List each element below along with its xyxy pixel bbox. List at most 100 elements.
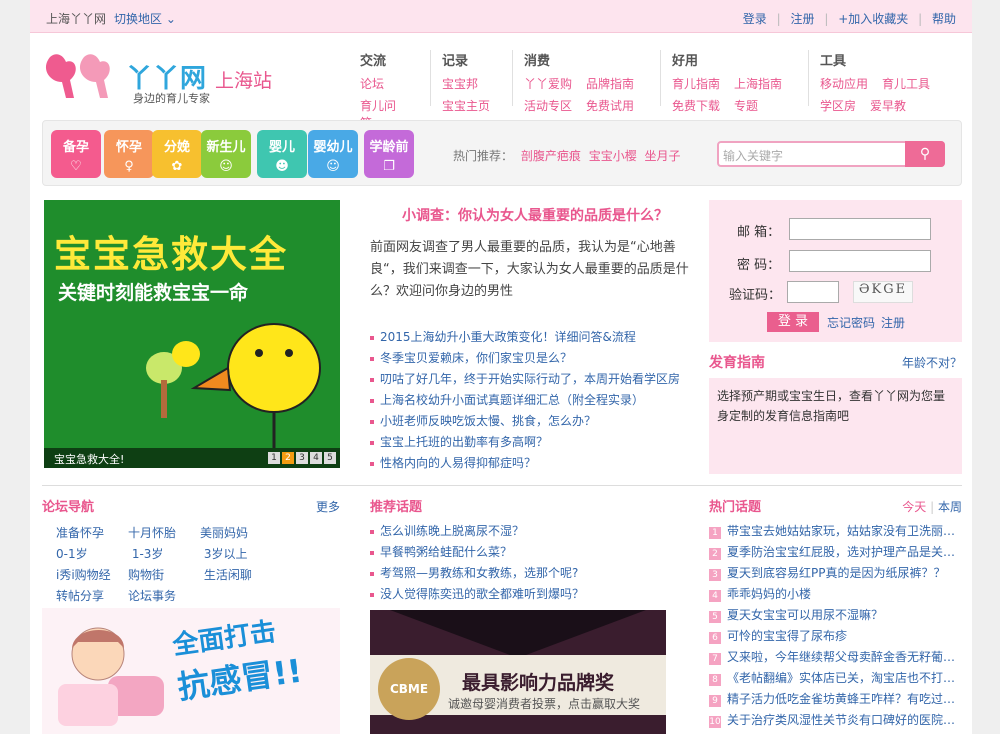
nav-divider — [660, 50, 661, 106]
category-pregnancy[interactable]: 怀孕 ♀ — [104, 130, 154, 178]
list-item[interactable]: 小班老师反映吃饭太慢、挑食，怎么办？ — [370, 412, 700, 433]
nav-link-parenting-tools[interactable]: 育儿工具 — [882, 75, 930, 92]
survey-title[interactable]: 小调查：你认为女人最重要的品质是什么？ — [370, 205, 700, 225]
site-slogan: 身边的育儿专家 — [133, 92, 210, 105]
category-label: 分娩 — [163, 140, 190, 155]
email-label: 邮 箱： — [737, 225, 781, 240]
list-item[interactable]: 4 乖乖妈妈的小楼 — [709, 585, 962, 606]
nav-link-free-trial[interactable]: 免费试用 — [586, 97, 634, 114]
list-item[interactable]: 9 精子活力低吃金雀坊黄蜂王咋样？有吃过… — [709, 690, 962, 711]
list-item[interactable]: 怎么训练晚上脱离尿不湿？ — [370, 522, 700, 543]
nav-link-free-download[interactable]: 免费下载 — [672, 97, 720, 114]
banner-page-4[interactable]: 4 — [310, 452, 322, 464]
tab-today[interactable]: 今天 — [902, 500, 926, 514]
nav-link-events[interactable]: 活动专区 — [524, 97, 572, 114]
chevron-down-icon: ⌄ — [165, 12, 176, 26]
switch-region-link[interactable]: 切换地区 ⌄ — [114, 10, 176, 27]
list-item[interactable]: 没人觉得陈奕迅的歌全都难听到爆吗？ — [370, 585, 700, 606]
hot-link[interactable]: 宝宝小樱 — [589, 149, 637, 163]
forum-link[interactable]: 美丽妈妈 — [200, 524, 272, 545]
category-newborn[interactable]: 新生儿 ☺ — [201, 130, 251, 178]
category-preschool[interactable]: 学龄前 ❐ — [364, 130, 414, 178]
login-link[interactable]: 登录 — [743, 12, 767, 26]
forgot-password-link[interactable]: 忘记密码 — [827, 314, 875, 331]
nav-link-forum[interactable]: 论坛 — [360, 75, 384, 92]
nav-link-baby-home[interactable]: 宝宝主页 — [442, 97, 490, 114]
survey-block: 小调查：你认为女人最重要的品质是什么？ 前面网友调查了男人最重要的品质，我认为是… — [370, 205, 700, 303]
list-item[interactable]: 上海名校幼升小面试真题详细汇总（附全程实录） — [370, 391, 700, 412]
banner-page-1[interactable]: 1 — [268, 452, 280, 464]
category-prepare-pregnancy[interactable]: 备孕 ♡ — [51, 130, 101, 178]
add-favorite-link[interactable]: +加入收藏夹 — [838, 12, 908, 26]
forum-link[interactable]: 购物街 — [128, 566, 200, 587]
password-field[interactable] — [789, 250, 931, 272]
nav-link-school-district[interactable]: 学区房 — [820, 97, 856, 114]
forum-link[interactable]: 0-1岁 — [56, 545, 128, 566]
help-link[interactable]: 帮助 — [932, 12, 956, 26]
forum-nav: 论坛导航 更多 准备怀孕 十月怀胎 美丽妈妈 0-1岁 1-3岁 3岁以上 i秀i购物经 购物… — [42, 496, 340, 608]
forum-link[interactable]: 1-3岁 — [132, 545, 204, 566]
list-item[interactable]: 10 关于治疗类风湿性关节炎有口碑好的医院… — [709, 711, 962, 732]
nav-link-mobile-apps[interactable]: 移动应用 — [820, 75, 868, 92]
nav-link-early-education[interactable]: 爱早教 — [870, 97, 906, 114]
sick-child-illustration — [58, 627, 164, 726]
list-item[interactable]: 冬季宝贝爱赖床，你们家宝贝是么？ — [370, 349, 700, 370]
register-link[interactable]: 注册 — [791, 12, 815, 26]
list-item[interactable]: 6 可怜的宝宝得了尿布疹 — [709, 627, 962, 648]
nav-link-parenting-guide[interactable]: 育儿指南 — [672, 75, 720, 92]
forum-more-link[interactable]: 更多 — [316, 498, 340, 515]
nav-link-topics[interactable]: 专题 — [734, 97, 758, 114]
station-name: 上海站 — [215, 70, 273, 92]
forum-link[interactable]: 论坛事务 — [128, 587, 200, 608]
topics-title: 推荐话题 — [370, 500, 423, 515]
search-button[interactable]: ⚲ — [905, 141, 945, 167]
list-item[interactable]: 性格内向的人易得抑郁症吗？ — [370, 454, 700, 475]
forum-link[interactable]: 转帖分享 — [56, 587, 128, 608]
brand-award-banner[interactable]: CBME 最具影响力品牌奖 诚邀母婴消费者投票，点击赢取大奖 — [370, 610, 666, 734]
forum-link[interactable]: i秀i购物经 — [56, 566, 128, 587]
forum-link[interactable]: 3岁以上 — [204, 545, 276, 566]
email-field[interactable] — [789, 218, 931, 240]
register-link[interactable]: 注册 — [881, 314, 905, 331]
award-seal: CBME — [378, 658, 440, 720]
hot-link[interactable]: 剖腹产疤痕 — [521, 149, 581, 163]
age-wrong-link[interactable]: 年龄不对？ — [902, 354, 962, 371]
nav-link-shanghai-guide[interactable]: 上海指南 — [734, 75, 782, 92]
list-item[interactable]: 1 带宝宝去她姑姑家玩，姑姑家没有卫洗丽… — [709, 522, 962, 543]
banner-page-5[interactable]: 5 — [324, 452, 336, 464]
category-delivery[interactable]: 分娩 ✿ — [152, 130, 202, 178]
list-item[interactable]: 8 《老帖翻编》实体店已关，淘宝店也不打… — [709, 669, 962, 690]
list-item[interactable]: 7 又来啦，今年继续帮父母卖醉金香无籽葡… — [709, 648, 962, 669]
tab-week[interactable]: 本周 — [938, 500, 962, 514]
category-infant[interactable]: 婴儿 ☻ — [257, 130, 307, 178]
forum-link[interactable]: 十月怀胎 — [128, 524, 200, 545]
first-aid-banner[interactable]: 宝宝急救大全 关键时刻能救宝宝一命 宝宝急救大全! 12345 — [44, 200, 340, 468]
nav-link-yy-shop[interactable]: 丫丫爱购 — [524, 75, 572, 92]
captcha-field[interactable] — [787, 281, 839, 303]
nav-divider — [512, 50, 513, 106]
nav-title: 好用 — [672, 54, 699, 69]
nav-link-baby-bang[interactable]: 宝宝邦 — [442, 75, 478, 92]
site-logo[interactable]: 丫丫网 上海站 身边的育儿专家 — [40, 48, 305, 108]
category-toddler[interactable]: 婴幼儿 ☺ — [308, 130, 358, 178]
list-item[interactable]: 宝宝上托班的出勤率有多高啊？ — [370, 433, 700, 454]
banner-page-3[interactable]: 3 — [296, 452, 308, 464]
hot-recommendations: 热门推荐： 剖腹产疤痕 宝宝小樱 坐月子 — [453, 147, 681, 164]
anti-flu-banner[interactable]: 全面打击 抗感冒!! — [42, 608, 340, 734]
hot-link[interactable]: 坐月子 — [645, 149, 681, 163]
nav-link-brand-guide[interactable]: 品牌指南 — [586, 75, 634, 92]
captcha-image[interactable]: ӘKGE — [853, 281, 913, 303]
forum-link[interactable]: 生活闲聊 — [204, 566, 276, 587]
list-item[interactable]: 2015上海幼升小重大政策变化！详细问答&流程 — [370, 328, 700, 349]
banner-page-2[interactable]: 2 — [282, 452, 294, 464]
login-button[interactable]: 登 录 — [767, 312, 819, 332]
list-item[interactable]: 3 夏天到底容易红PP真的是因为纸尿裤？？ — [709, 564, 962, 585]
category-label: 婴儿 — [268, 140, 295, 155]
list-item[interactable]: 早餐鸭粥给蛙配什么菜？ — [370, 543, 700, 564]
forum-link[interactable]: 准备怀孕 — [56, 524, 128, 545]
list-item[interactable]: 5 夏天女宝宝可以用尿不湿嘛？ — [709, 606, 962, 627]
list-item[interactable]: 叨咕了好几年，终于开始实际行动了，本周开始看学区房 — [370, 370, 700, 391]
list-item[interactable]: 考驾照—男教练和女教练，选那个呢? — [370, 564, 700, 585]
search-input[interactable]: 输入关键字 — [723, 147, 783, 164]
list-item[interactable]: 2 夏季防治宝宝红屁股，选对护理产品是关… — [709, 543, 962, 564]
